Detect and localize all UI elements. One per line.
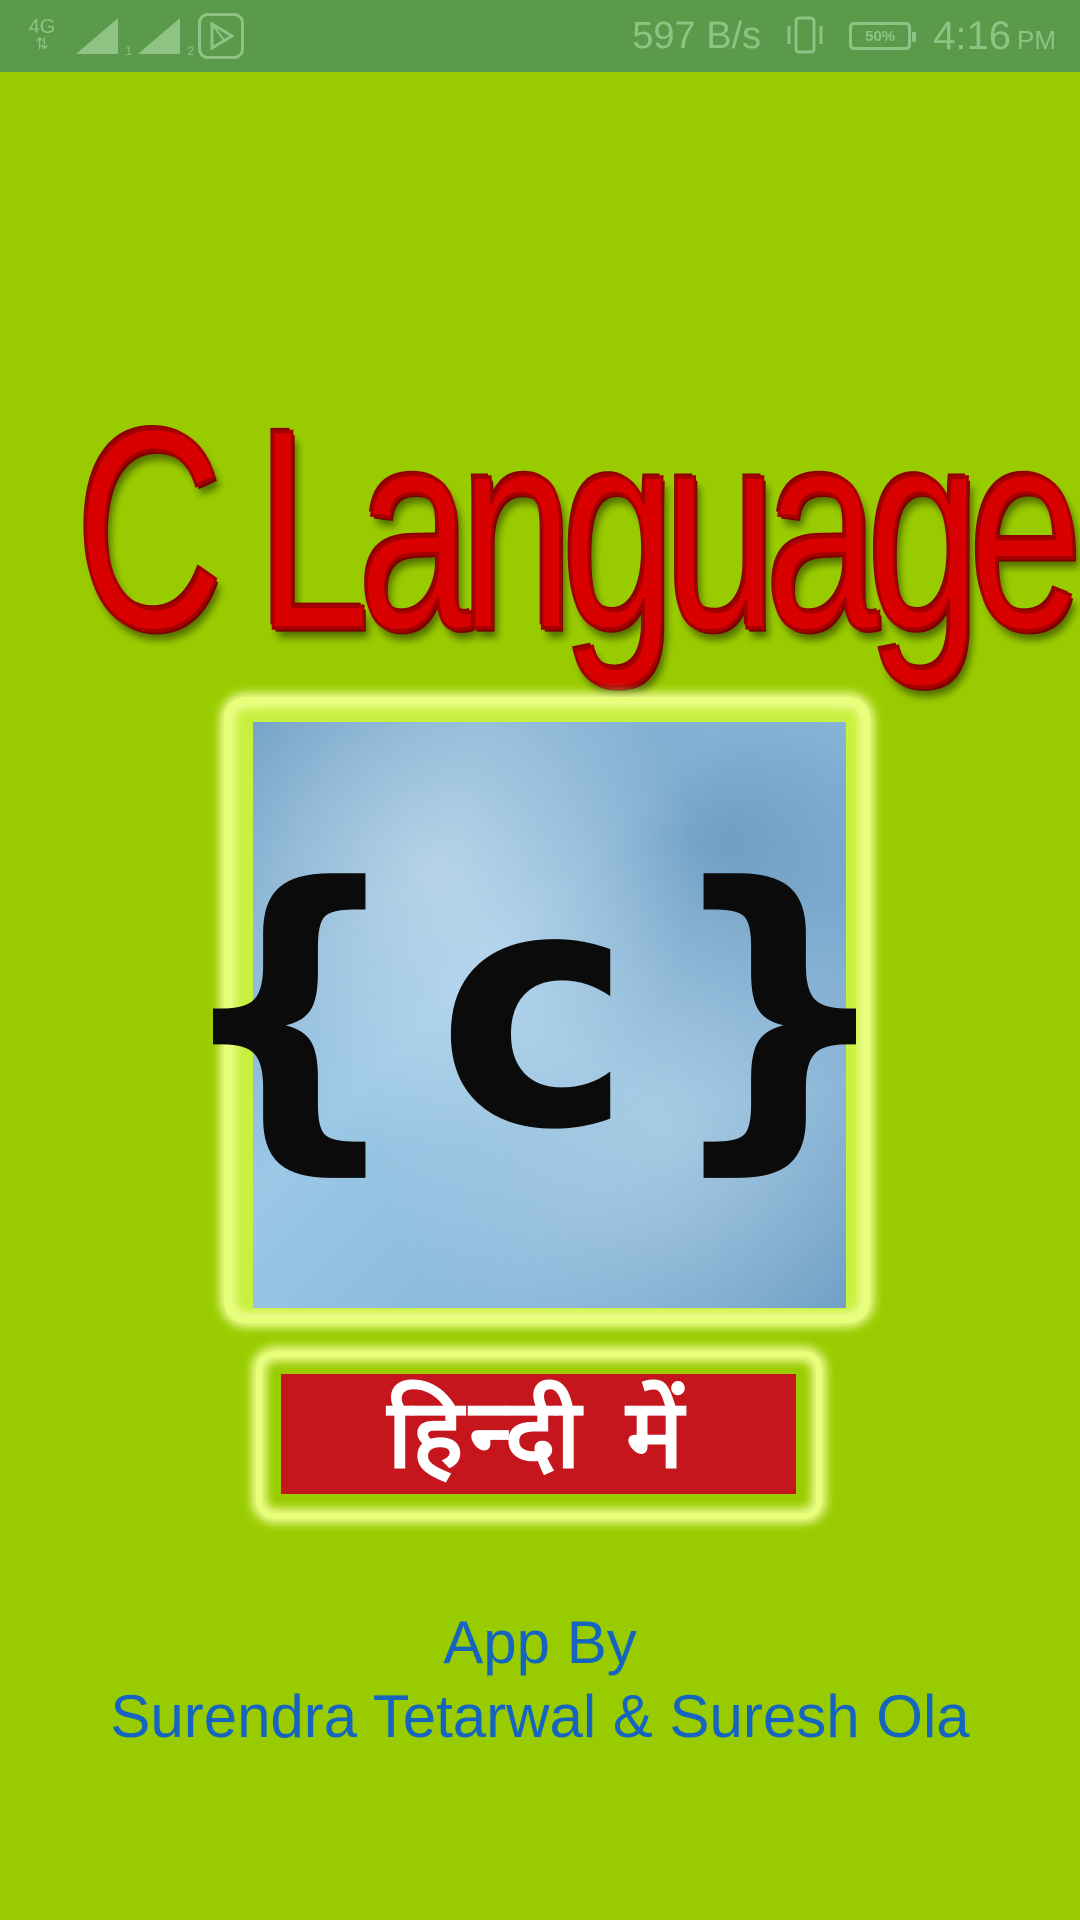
hindi-banner: हिन्दी में <box>281 1374 796 1494</box>
sim2-slot-label: 2 <box>187 44 194 58</box>
clock: 4:16 PM <box>933 14 1056 59</box>
vibrate-icon <box>783 14 827 58</box>
sim1-slot-label: 1 <box>125 44 132 58</box>
c-logo-text: {c} <box>171 818 928 1202</box>
app-title: C Language <box>74 371 1080 690</box>
signal-sim1-icon: 1 <box>74 16 132 58</box>
clock-ampm: PM <box>1017 24 1056 55</box>
credit-app-by: App By <box>443 1609 637 1676</box>
signal-sim2-icon: 2 <box>136 16 194 58</box>
network-type-label: 4G <box>28 16 56 38</box>
play-store-icon <box>198 13 244 59</box>
net-speed-label: 597 B/s <box>632 14 762 57</box>
status-bar-right: 597 B/s 50% 4:16 PM <box>632 14 1056 59</box>
data-arrows-icon: ⇅ <box>35 36 49 53</box>
hindi-label: हिन्दी में <box>387 1378 690 1490</box>
clock-time: 4:16 <box>933 13 1011 58</box>
status-bar: 4G ⇅ 1 2 597 B/s 50% 4:16 PM <box>0 0 1080 72</box>
status-bar-left: 4G ⇅ 1 2 <box>24 13 244 59</box>
network-type-indicator: 4G ⇅ <box>24 16 60 54</box>
credit-authors: Surendra Tetarwal & Suresh Ola <box>110 1683 970 1750</box>
battery-percent-label: 50% <box>865 27 896 45</box>
battery-icon: 50% <box>849 22 917 50</box>
c-logo-image: {c} <box>172 722 897 1308</box>
